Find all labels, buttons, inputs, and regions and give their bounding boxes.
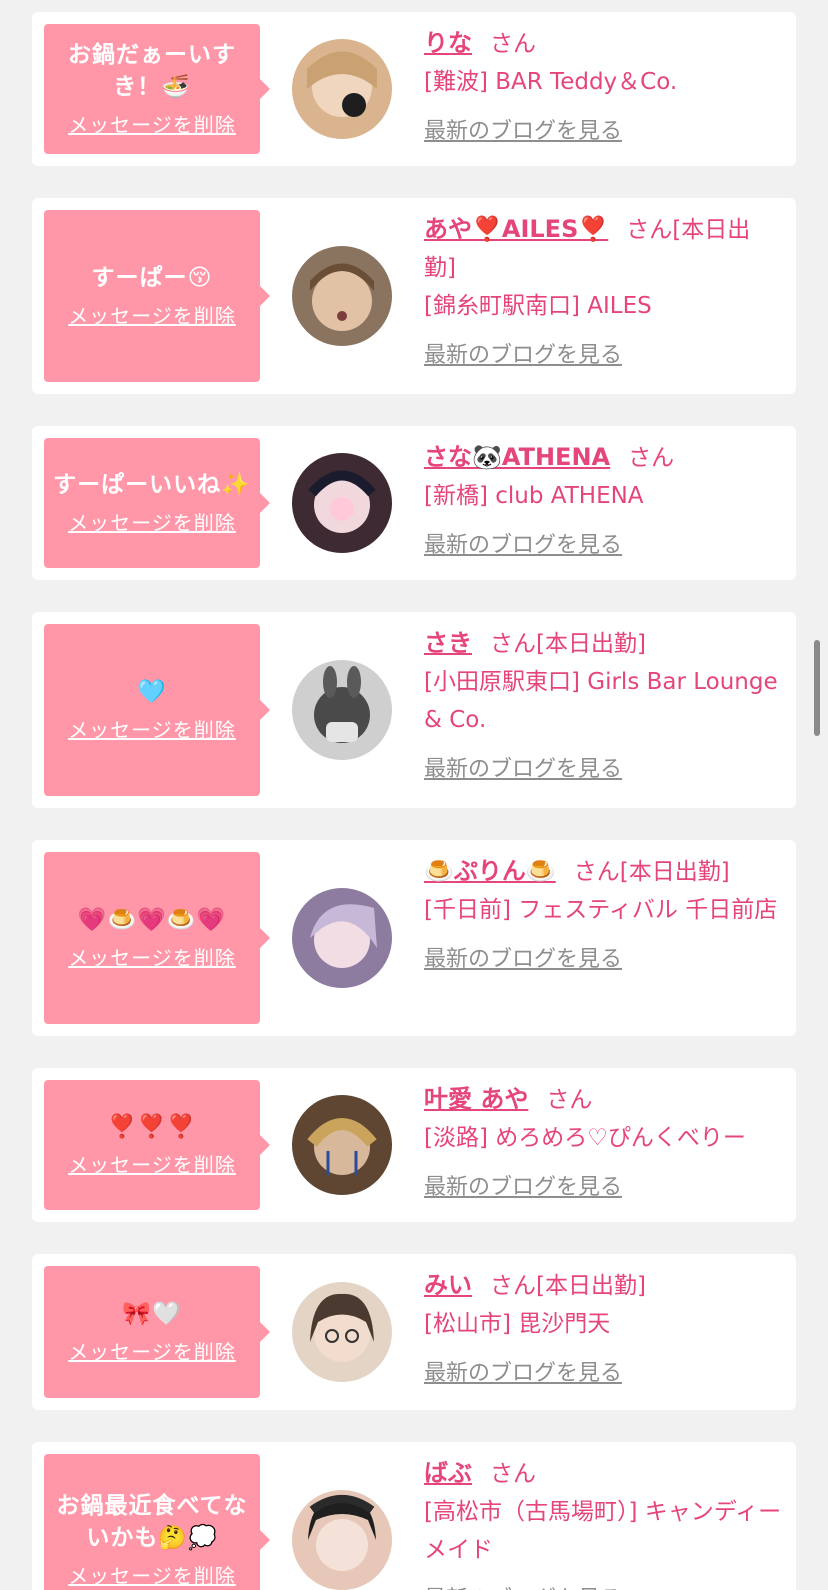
latest-blog-link[interactable]: 最新のブログを見る bbox=[424, 751, 622, 789]
girl-name-link[interactable]: みい bbox=[424, 1271, 472, 1299]
girl-info: みい さん[本日出勤] [松山市] 毘沙門天 最新のブログを見る bbox=[424, 1266, 782, 1393]
girl-name-link[interactable]: 🍮ぷりん🍮 bbox=[424, 857, 556, 885]
message-text: 🩵 bbox=[137, 679, 167, 705]
message-bubble: お鍋だぁーいすき！🍜 メッセージを削除 bbox=[44, 24, 270, 154]
message-bubble: 🎀🤍 メッセージを削除 bbox=[44, 1266, 270, 1398]
delete-message-link[interactable]: メッセージを削除 bbox=[68, 302, 236, 330]
shop-name: [錦糸町駅南口] AILES bbox=[424, 293, 652, 319]
message-bubble: 🩵 メッセージを削除 bbox=[44, 624, 270, 796]
delete-message-link[interactable]: メッセージを削除 bbox=[68, 1562, 236, 1590]
latest-blog-link[interactable]: 最新のブログを見る bbox=[424, 941, 622, 979]
shop-name: [難波] BAR Teddy＆Co. bbox=[424, 69, 678, 95]
avatar[interactable] bbox=[292, 1282, 392, 1382]
status-label: [本日出勤] bbox=[536, 1273, 646, 1299]
honorific: さん bbox=[626, 217, 673, 243]
message-bubble: ❣️❣️❣️ メッセージを削除 bbox=[44, 1080, 270, 1210]
latest-blog-link[interactable]: 最新のブログを見る bbox=[424, 1169, 622, 1207]
shop-name: [小田原駅東口] Girls Bar Lounge & Co. bbox=[424, 669, 778, 733]
message-bubble: 💗🍮💗🍮💗 メッセージを削除 bbox=[44, 852, 270, 1024]
message-bubble: すーぱー😚 メッセージを削除 bbox=[44, 210, 270, 382]
delete-message-link[interactable]: メッセージを削除 bbox=[68, 509, 236, 537]
girl-name-link[interactable]: さな🐼ATHENA bbox=[424, 443, 610, 471]
status-label: [本日出勤] bbox=[619, 859, 730, 885]
girl-name-link[interactable]: あや❣️AILES❣️ bbox=[424, 215, 608, 243]
message-card: すーぱー😚 メッセージを削除 あや❣️AILES❣️ さん[本日出勤] [錦糸町駅… bbox=[32, 198, 796, 394]
shop-name: [千日前] フェスティバル 千日前店 bbox=[424, 897, 778, 923]
message-text: ❣️❣️❣️ bbox=[107, 1114, 197, 1140]
honorific: さん bbox=[490, 31, 536, 57]
girl-info: さな🐼ATHENA さん [新橋] club ATHENA 最新のブログを見る bbox=[424, 438, 782, 565]
vertical-scrollbar[interactable] bbox=[814, 640, 820, 736]
honorific: さん bbox=[573, 859, 620, 885]
honorific: さん bbox=[628, 445, 675, 471]
message-card: お鍋最近食べてないかも🤔💭 メッセージを削除 ばぶ さん [高松市（古馬場町）] … bbox=[32, 1442, 796, 1590]
avatar[interactable] bbox=[292, 660, 392, 760]
latest-blog-link[interactable]: 最新のブログを見る bbox=[424, 527, 622, 565]
avatar[interactable] bbox=[292, 39, 392, 139]
latest-blog-link[interactable]: 最新のブログを見る bbox=[424, 113, 622, 151]
message-text: お鍋だぁーいすき！🍜 bbox=[68, 42, 236, 100]
message-bubble: お鍋最近食べてないかも🤔💭 メッセージを削除 bbox=[44, 1454, 270, 1590]
message-card: 🎀🤍 メッセージを削除 みい さん[本日出勤] [松山市] 毘沙門天 最新のブログ… bbox=[32, 1254, 796, 1410]
girl-name-link[interactable]: 叶愛 あや bbox=[424, 1085, 528, 1113]
message-list-page: お鍋だぁーいすき！🍜 メッセージを削除 りな さん [難波] BAR Teddy＆… bbox=[0, 0, 828, 1590]
message-text: 💗🍮💗🍮💗 bbox=[77, 907, 227, 933]
avatar[interactable] bbox=[292, 453, 392, 553]
delete-message-link[interactable]: メッセージを削除 bbox=[68, 1338, 236, 1366]
latest-blog-link[interactable]: 最新のブログを見る bbox=[424, 337, 622, 375]
delete-message-link[interactable]: メッセージを削除 bbox=[68, 944, 236, 972]
girl-name-link[interactable]: さき bbox=[424, 629, 472, 657]
honorific: さん bbox=[490, 1273, 536, 1299]
message-text: お鍋最近食べてないかも🤔💭 bbox=[56, 1493, 248, 1551]
girl-info: 叶愛 あや さん [淡路] めろめろ♡ぴんくべりー 最新のブログを見る bbox=[424, 1080, 782, 1207]
shop-name: [高松市（古馬場町）] キャンディーメイド bbox=[424, 1499, 782, 1563]
shop-name: [淡路] めろめろ♡ぴんくべりー bbox=[424, 1125, 746, 1151]
delete-message-link[interactable]: メッセージを削除 bbox=[68, 716, 236, 744]
avatar[interactable] bbox=[292, 888, 392, 988]
shop-name: [松山市] 毘沙門天 bbox=[424, 1311, 611, 1337]
girl-name-link[interactable]: りな bbox=[424, 29, 472, 57]
avatar[interactable] bbox=[292, 246, 392, 346]
girl-info: 🍮ぷりん🍮 さん[本日出勤] [千日前] フェスティバル 千日前店 最新のブログを… bbox=[424, 852, 782, 979]
message-bubble: すーぱーいいね✨ メッセージを削除 bbox=[44, 438, 270, 568]
delete-message-link[interactable]: メッセージを削除 bbox=[68, 1151, 236, 1179]
girl-name-link[interactable]: ばぶ bbox=[424, 1459, 472, 1487]
shop-name: [新橋] club ATHENA bbox=[424, 483, 644, 509]
message-text: すーぱー😚 bbox=[91, 265, 213, 291]
status-label: [本日出勤] bbox=[536, 631, 646, 657]
latest-blog-link[interactable]: 最新のブログを見る bbox=[424, 1581, 622, 1590]
avatar[interactable] bbox=[292, 1490, 392, 1590]
girl-info: さき さん[本日出勤] [小田原駅東口] Girls Bar Lounge & C… bbox=[424, 624, 782, 789]
message-card: すーぱーいいね✨ メッセージを削除 さな🐼ATHENA さん [新橋] club … bbox=[32, 426, 796, 580]
message-card: 💗🍮💗🍮💗 メッセージを削除 🍮ぷりん🍮 さん[本日出勤] [千日前] フェスティ… bbox=[32, 840, 796, 1036]
message-text: 🎀🤍 bbox=[122, 1301, 182, 1327]
message-text: すーぱーいいね✨ bbox=[53, 472, 251, 498]
girl-info: りな さん [難波] BAR Teddy＆Co. 最新のブログを見る bbox=[424, 24, 782, 151]
delete-message-link[interactable]: メッセージを削除 bbox=[68, 111, 236, 139]
girl-info: あや❣️AILES❣️ さん[本日出勤] [錦糸町駅南口] AILES 最新のブロ… bbox=[424, 210, 782, 375]
honorific: さん bbox=[490, 1461, 536, 1487]
message-card: ❣️❣️❣️ メッセージを削除 叶愛 あや さん [淡路] めろめろ♡ぴんくべりー… bbox=[32, 1068, 796, 1222]
message-card: お鍋だぁーいすき！🍜 メッセージを削除 りな さん [難波] BAR Teddy＆… bbox=[32, 12, 796, 166]
honorific: さん bbox=[546, 1087, 593, 1113]
avatar[interactable] bbox=[292, 1095, 392, 1195]
honorific: さん bbox=[490, 631, 536, 657]
latest-blog-link[interactable]: 最新のブログを見る bbox=[424, 1355, 622, 1393]
girl-info: ばぶさん [高松市（古馬場町）] キャンディーメイド 最新のブログを見る bbox=[424, 1454, 782, 1590]
message-card: 🩵 メッセージを削除 さき さん[本日出勤] [小田原駅東口] Girls Bar… bbox=[32, 612, 796, 808]
